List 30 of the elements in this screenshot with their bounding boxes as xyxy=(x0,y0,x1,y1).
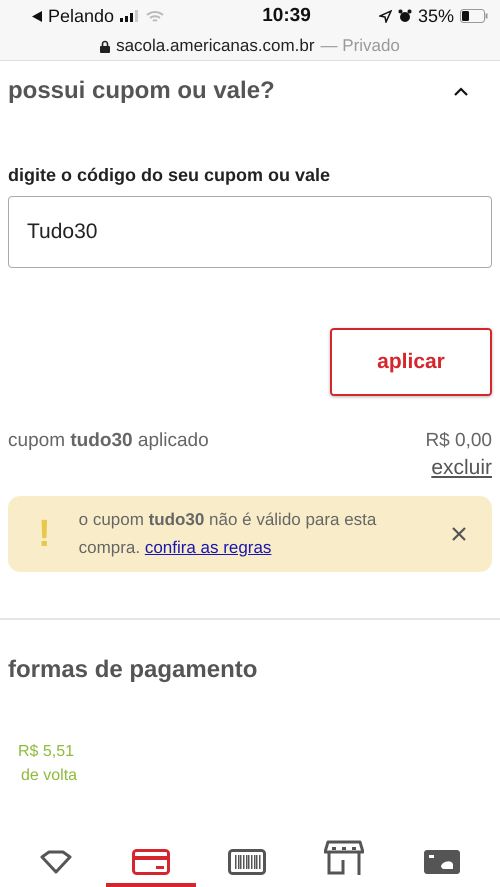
battery-percentage: 35% xyxy=(418,6,454,26)
close-icon[interactable] xyxy=(452,527,466,541)
section-title: possui cupom ou vale? xyxy=(8,77,275,105)
back-arrow-icon xyxy=(32,10,42,22)
apply-button[interactable]: aplicar xyxy=(330,328,492,396)
cashback-amount: R$ 5,51 xyxy=(18,742,76,762)
store-icon xyxy=(324,839,364,875)
discount-amount: R$ 0,00 xyxy=(425,430,492,452)
remove-link[interactable]: excluir xyxy=(431,456,492,480)
back-app-label[interactable]: Pelando xyxy=(48,6,114,26)
alert-message: o cupom tudo30 não é válido para esta compra. confira as regras xyxy=(78,509,378,559)
private-label: — Privado xyxy=(320,36,400,56)
clock-time: 10:39 xyxy=(262,5,311,27)
location-arrow-icon xyxy=(378,10,392,22)
wifi-icon xyxy=(146,10,164,22)
card-icon xyxy=(422,849,461,875)
url-text[interactable]: sacola.americanas.com.br xyxy=(116,36,315,56)
barcode-icon xyxy=(228,849,266,875)
lock-icon xyxy=(100,40,110,52)
chevron-up-icon[interactable] xyxy=(454,86,468,96)
exclamation-mark: ! xyxy=(38,512,51,556)
cashback-note: de volta xyxy=(20,766,78,786)
signal-icon xyxy=(120,10,140,22)
credit-card-icon xyxy=(132,849,170,875)
applied-coupon-text: cupom tudo30 aplicado xyxy=(8,430,209,453)
battery-icon xyxy=(460,9,488,23)
rules-link[interactable]: confira as regras xyxy=(144,538,272,557)
coupon-input-field[interactable]: Tudo30 xyxy=(8,196,492,268)
field-label: digite o código do seu cupom ou vale xyxy=(8,165,332,186)
section-title: formas de pagamento xyxy=(8,656,258,684)
